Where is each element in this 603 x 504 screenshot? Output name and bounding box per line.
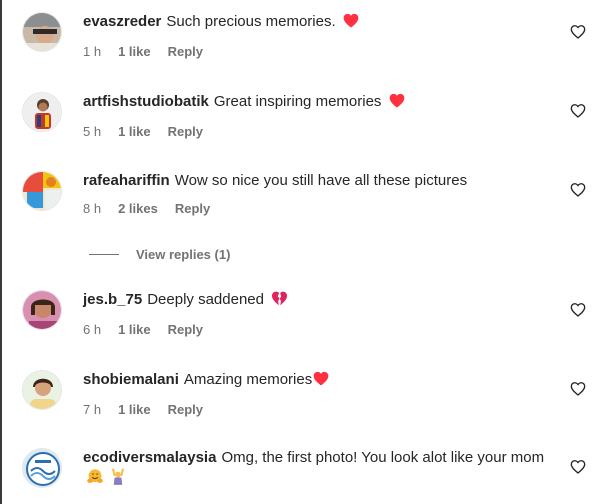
likes-count[interactable]: 1 like (118, 322, 151, 337)
timestamp[interactable]: 1 h (83, 44, 101, 59)
person-with-raised-hands-icon (111, 468, 125, 491)
reply-button[interactable]: Reply (175, 201, 210, 216)
comment-body: artfishstudiobatik Great inspiring memori… (83, 92, 563, 139)
reply-button[interactable]: Reply (168, 322, 203, 337)
left-edge-divider (0, 0, 2, 504)
comment-meta: 7 h 1 like Reply (83, 402, 563, 417)
like-heart-icon[interactable] (570, 302, 586, 318)
avatar[interactable] (22, 290, 62, 330)
like-heart-icon[interactable] (570, 103, 586, 119)
timestamp[interactable]: 7 h (83, 402, 101, 417)
username[interactable]: shobiemalani (83, 371, 179, 388)
comment-line: artfishstudiobatik Great inspiring memori… (83, 92, 563, 114)
username[interactable]: ecodiversmalaysia (83, 449, 216, 466)
username[interactable]: artfishstudiobatik (83, 93, 209, 110)
avatar[interactable] (22, 171, 62, 211)
comment-line: rafeahariffin Wow so nice you still have … (83, 171, 563, 191)
view-replies-label: View replies (1) (136, 247, 231, 262)
likes-count[interactable]: 2 likes (118, 201, 158, 216)
comment-text: Deeply saddened (147, 291, 264, 308)
like-heart-icon[interactable] (570, 24, 586, 40)
timestamp[interactable]: 6 h (83, 322, 101, 337)
red-heart-icon (313, 371, 329, 392)
comment-line: evaszreder Such precious memories. (83, 12, 563, 34)
comment-body: ecodiversmalaysia Omg, the first photo! Y… (83, 448, 563, 491)
username[interactable]: jes.b_75 (83, 291, 142, 308)
comment-meta: 1 h 1 like Reply (83, 44, 563, 59)
comment-meta: 5 h 1 like Reply (83, 124, 563, 139)
reply-button[interactable]: Reply (168, 44, 203, 59)
reply-button[interactable]: Reply (168, 402, 203, 417)
replies-divider (89, 254, 119, 255)
comment-body: rafeahariffin Wow so nice you still have … (83, 171, 563, 216)
likes-count[interactable]: 1 like (118, 44, 151, 59)
timestamp[interactable]: 5 h (83, 124, 101, 139)
comment-body: shobiemalani Amazing memories 7 h 1 like … (83, 370, 563, 417)
comment-meta: 8 h 2 likes Reply (83, 201, 563, 216)
comment-line: shobiemalani Amazing memories (83, 370, 563, 392)
comment-text: Great inspiring memories (213, 93, 382, 110)
like-heart-icon[interactable] (570, 381, 586, 397)
comment-meta: 6 h 1 like Reply (83, 322, 563, 337)
broken-heart-icon (271, 291, 288, 312)
likes-count[interactable]: 1 like (118, 124, 151, 139)
red-heart-icon (343, 13, 359, 34)
comment-text: Omg, the first photo! You look alot like… (221, 449, 545, 466)
avatar[interactable] (22, 448, 62, 488)
avatar[interactable] (22, 12, 62, 52)
timestamp[interactable]: 8 h (83, 201, 101, 216)
avatar[interactable] (22, 370, 62, 410)
comment-body: evaszreder Such precious memories. 1 h 1 … (83, 12, 563, 59)
red-heart-icon (389, 93, 405, 114)
like-heart-icon[interactable] (570, 459, 586, 475)
comment-text: Such precious memories. (166, 13, 336, 30)
username[interactable]: evaszreder (83, 13, 161, 30)
comment-line: ecodiversmalaysia Omg, the first photo! Y… (83, 448, 563, 491)
reply-button[interactable]: Reply (168, 124, 203, 139)
comment-text: Amazing memories (183, 371, 313, 388)
comment-line: jes.b_75 Deeply saddened (83, 290, 563, 312)
comment-body: jes.b_75 Deeply saddened 6 h 1 like Reply (83, 290, 563, 337)
hugging-face-icon (86, 468, 104, 491)
comment-text: Wow so nice you still have all these pic… (174, 172, 468, 189)
username[interactable]: rafeahariffin (83, 172, 170, 189)
likes-count[interactable]: 1 like (118, 402, 151, 417)
view-replies-button[interactable]: View replies (1) (89, 247, 230, 262)
avatar[interactable] (22, 92, 62, 132)
like-heart-icon[interactable] (570, 182, 586, 198)
